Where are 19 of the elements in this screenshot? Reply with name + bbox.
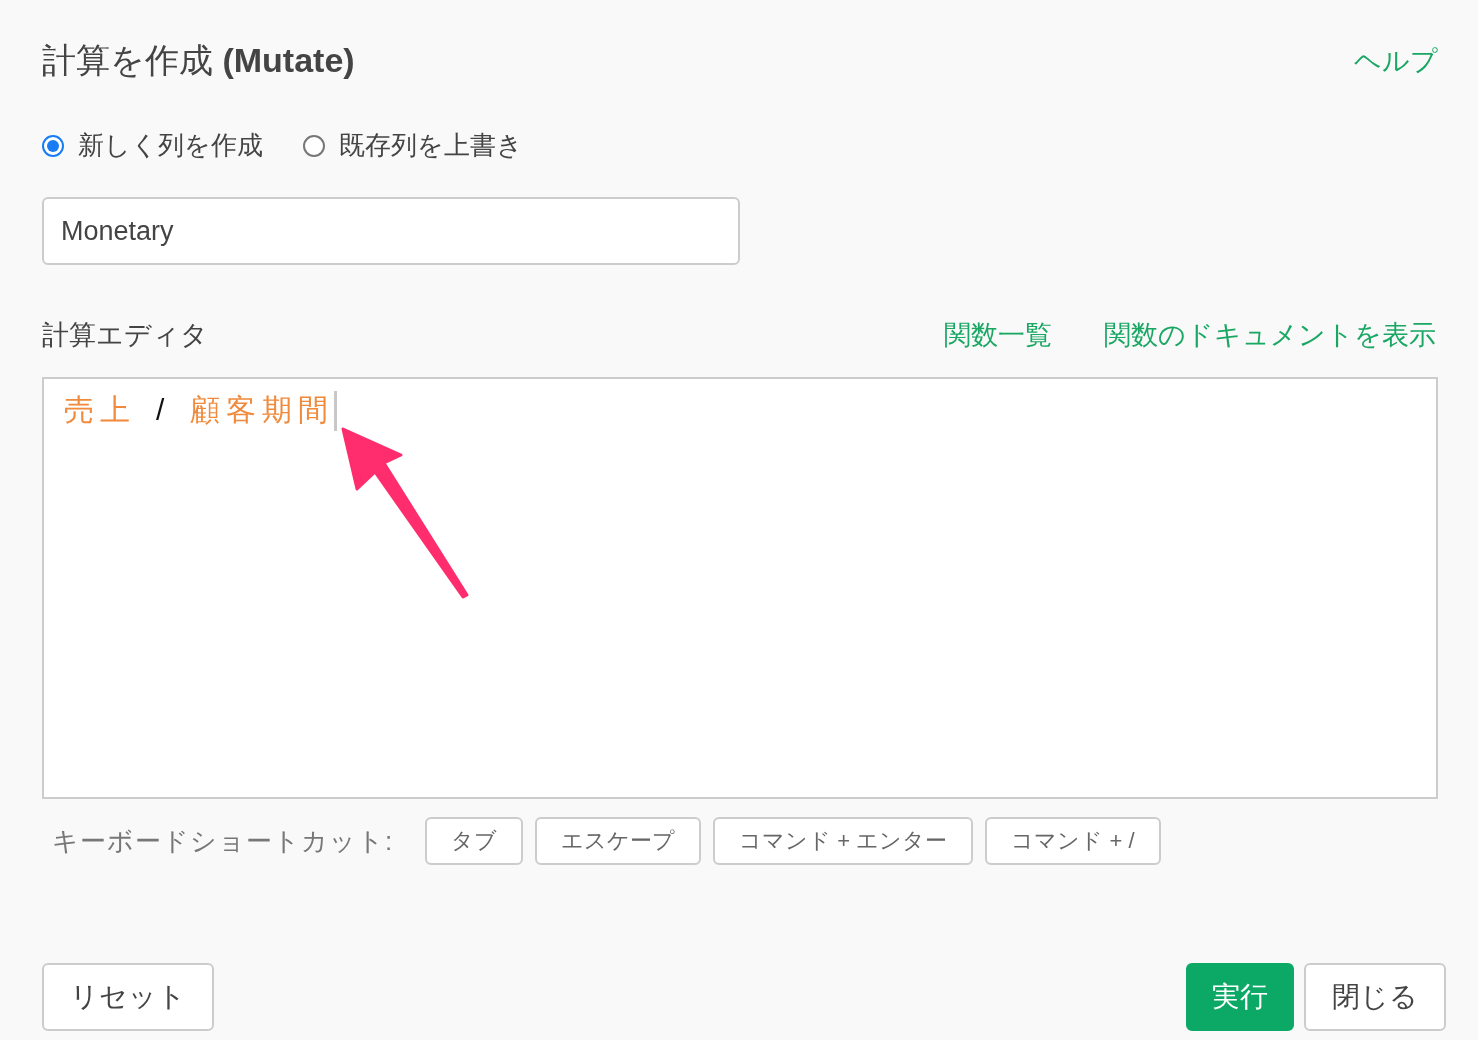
text-cursor	[334, 391, 338, 431]
formula-editor[interactable]: 売上 / 顧客期間	[42, 377, 1438, 799]
radio-label: 新しく列を作成	[78, 129, 263, 162]
shortcut-key: エスケープ	[535, 817, 702, 865]
shortcuts-label: キーボードショートカット:	[52, 824, 394, 858]
shortcut-key: タブ	[425, 817, 524, 865]
column-name-field[interactable]: Monetary	[42, 197, 740, 265]
column-token: 顧客期間	[190, 392, 335, 428]
editor-label: 計算エディタ	[42, 319, 208, 352]
dialog-title: 計算を作成 (Mutate)	[42, 40, 355, 81]
dialog-button[interactable]: 閉じる	[1304, 963, 1446, 1031]
column-token: 売上	[64, 392, 136, 428]
radio-button[interactable]	[303, 134, 325, 157]
radio-button[interactable]	[42, 134, 64, 157]
radio-label: 既存列を上書き	[339, 129, 523, 162]
shortcut-key: コマンド + /	[985, 817, 1161, 865]
shortcut-key: コマンド + エンター	[713, 817, 974, 865]
operator-token: /	[156, 392, 171, 428]
dialog-button[interactable]: リセット	[42, 963, 214, 1031]
